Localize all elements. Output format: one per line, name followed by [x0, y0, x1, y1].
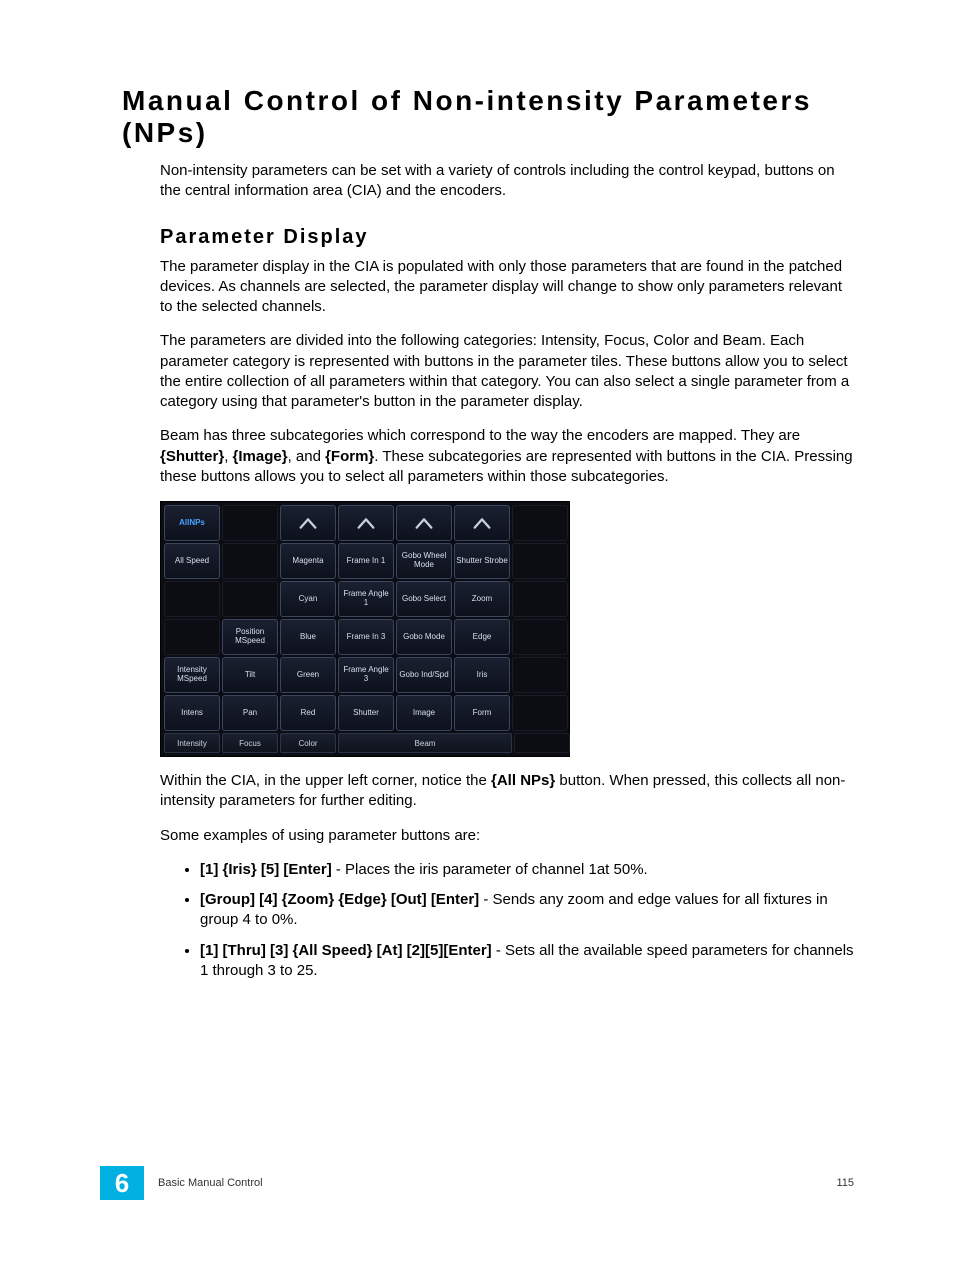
example-2: [Group] [4] {Zoom} {Edge} [Out] [Enter] … — [200, 890, 854, 931]
param-tile-shutter-strobe[interactable]: Shutter Strobe — [454, 543, 510, 579]
footer-section-name: Basic Manual Control — [158, 1177, 263, 1189]
param-tile-pan[interactable]: Pan — [222, 695, 278, 731]
example-1: [1] {Iris} [5] [Enter] - Places the iris… — [200, 860, 854, 880]
category-intensity[interactable]: Intensity — [164, 733, 220, 753]
param-tile-iris[interactable]: Iris — [454, 657, 510, 693]
form-label: {Form} — [325, 448, 374, 465]
category-row: IntensityFocusColorBeam — [164, 733, 568, 753]
all-nps-button[interactable]: AllNPs — [164, 505, 220, 541]
sep: , — [224, 448, 232, 465]
footer-left: 6 Basic Manual Control — [100, 1166, 263, 1200]
para-3-a: Beam has three subcategories which corre… — [160, 427, 800, 444]
param-tile-image[interactable]: Image — [396, 695, 452, 731]
tile-empty — [222, 581, 278, 617]
chevron-up-icon[interactable] — [454, 505, 510, 541]
all-nps-label: {All NPs} — [491, 772, 555, 789]
param-tile-blue[interactable]: Blue — [280, 619, 336, 655]
image-label: {Image} — [233, 448, 288, 465]
and: , and — [288, 448, 326, 465]
tile-empty — [512, 695, 568, 731]
param-tile-edge[interactable]: Edge — [454, 619, 510, 655]
param-tile-gobo-select[interactable]: Gobo Select — [396, 581, 452, 617]
param-tile-intensity-mspeed[interactable]: Intensity MSpeed — [164, 657, 220, 693]
tile-empty — [164, 619, 220, 655]
para-1: The parameter display in the CIA is popu… — [160, 257, 854, 318]
ex1-desc: - Places the iris parameter of channel 1… — [332, 861, 648, 878]
category-focus[interactable]: Focus — [222, 733, 278, 753]
tile-empty — [512, 543, 568, 579]
chevron-up-icon[interactable] — [338, 505, 394, 541]
param-tile-cyan[interactable]: Cyan — [280, 581, 336, 617]
tile-empty — [222, 543, 278, 579]
page-title: Manual Control of Non-intensity Paramete… — [122, 85, 854, 149]
intro-paragraph: Non-intensity parameters can be set with… — [160, 161, 854, 202]
param-tile-gobo-ind-spd[interactable]: Gobo Ind/Spd — [396, 657, 452, 693]
tile-empty — [512, 505, 568, 541]
tile-empty — [512, 581, 568, 617]
category-empty — [514, 733, 570, 753]
category-color[interactable]: Color — [280, 733, 336, 753]
chapter-number: 6 — [100, 1166, 144, 1200]
param-tile-frame-angle-3[interactable]: Frame Angle 3 — [338, 657, 394, 693]
param-tile-gobo-mode[interactable]: Gobo Mode — [396, 619, 452, 655]
param-tile-form[interactable]: Form — [454, 695, 510, 731]
para-4-a: Within the CIA, in the upper left corner… — [160, 772, 491, 789]
subheading-parameter-display: Parameter Display — [160, 226, 854, 249]
chevron-up-icon[interactable] — [280, 505, 336, 541]
para-5: Some examples of using parameter buttons… — [160, 826, 854, 846]
param-tile-gobo-wheel-mode[interactable]: Gobo Wheel Mode — [396, 543, 452, 579]
example-3: [1] [Thru] [3] {All Speed} [At] [2][5][E… — [200, 941, 854, 982]
examples-list: [1] {Iris} [5] [Enter] - Places the iris… — [180, 860, 854, 981]
param-tile-red[interactable]: Red — [280, 695, 336, 731]
param-tile-magenta[interactable]: Magenta — [280, 543, 336, 579]
para-2: The parameters are divided into the foll… — [160, 331, 854, 412]
param-tile-tilt[interactable]: Tilt — [222, 657, 278, 693]
tile-empty — [512, 619, 568, 655]
tile-empty — [164, 581, 220, 617]
param-tile-zoom[interactable]: Zoom — [454, 581, 510, 617]
page-number: 115 — [836, 1177, 854, 1189]
param-tile-all-speed[interactable]: All Speed — [164, 543, 220, 579]
ex3-cmd: [1] [Thru] [3] {All Speed} [At] [2][5][E… — [200, 942, 492, 959]
shutter-label: {Shutter} — [160, 448, 224, 465]
param-tile-frame-angle-1[interactable]: Frame Angle 1 — [338, 581, 394, 617]
chevron-up-icon[interactable] — [396, 505, 452, 541]
ex2-cmd: [Group] [4] {Zoom} {Edge} [Out] [Enter] — [200, 891, 479, 908]
param-tile-intens[interactable]: Intens — [164, 695, 220, 731]
ex1-cmd: [1] {Iris} [5] [Enter] — [200, 861, 332, 878]
para-3: Beam has three subcategories which corre… — [160, 426, 854, 487]
cia-panel: AllNPsAll Speed MagentaFrame In 1Gobo Whe… — [160, 501, 570, 757]
page-footer: 6 Basic Manual Control 115 — [100, 1166, 854, 1200]
category-beam[interactable]: Beam — [338, 733, 512, 753]
param-tile-position-mspeed[interactable]: Position MSpeed — [222, 619, 278, 655]
param-tile-shutter[interactable]: Shutter — [338, 695, 394, 731]
param-tile-green[interactable]: Green — [280, 657, 336, 693]
tile-empty — [222, 505, 278, 541]
param-tile-frame-in-1[interactable]: Frame In 1 — [338, 543, 394, 579]
tile-empty — [512, 657, 568, 693]
cia-grid: AllNPsAll Speed MagentaFrame In 1Gobo Whe… — [164, 505, 566, 753]
para-4: Within the CIA, in the upper left corner… — [160, 771, 854, 812]
param-tile-frame-in-3[interactable]: Frame In 3 — [338, 619, 394, 655]
